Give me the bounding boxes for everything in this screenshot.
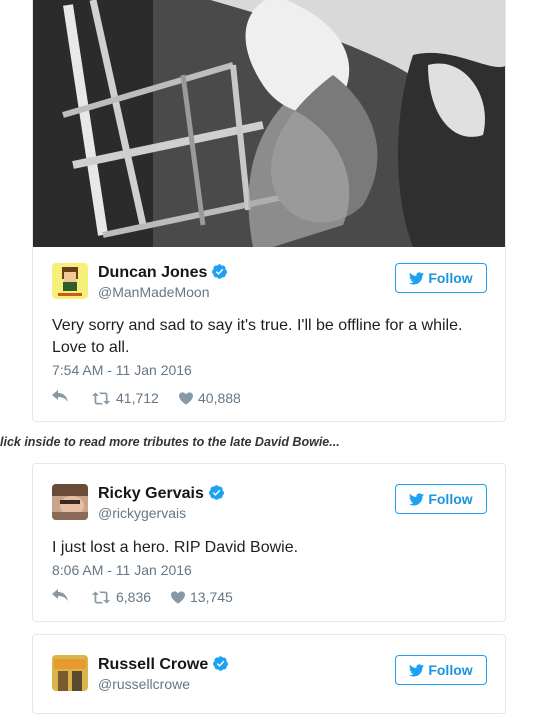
like-count: 13,745 [190,589,233,605]
tweet-text-line: Very sorry and sad to say it's true. I'l… [52,317,463,334]
display-name-text[interactable]: Duncan Jones [98,264,207,281]
reply-button[interactable] [52,390,68,402]
like-button[interactable]: 40,888 [179,390,241,406]
heart-icon [179,392,193,405]
user-handle[interactable]: @russellcrowe [98,675,190,693]
twitter-bird-icon [409,272,424,285]
retweet-count: 6,836 [116,589,152,605]
verified-badge-icon [212,655,229,672]
tweet-text: Very sorry and sad to say it's true. I'l… [52,315,487,359]
verified-badge-icon [211,263,228,280]
follow-label: Follow [428,270,473,286]
reply-button[interactable] [52,589,68,601]
avatar[interactable] [52,263,88,299]
tweet-card: Ricky Gervais @rickygervais Follow I jus… [32,463,506,622]
like-count: 40,888 [198,390,241,406]
retweet-button[interactable]: 6,836 [92,589,151,605]
retweet-button[interactable]: 41,712 [92,390,159,406]
retweet-count: 41,712 [116,390,159,406]
avatar[interactable] [52,655,88,691]
display-name-text[interactable]: Russell Crowe [98,656,208,673]
tweet-text: I just lost a hero. RIP David Bowie. [52,537,487,559]
retweet-icon [92,392,111,405]
display-name[interactable]: Russell Crowe [98,655,229,675]
verified-badge-icon [208,484,225,501]
follow-button[interactable]: Follow [395,263,487,293]
reply-icon [52,390,68,402]
follow-button[interactable]: Follow [395,655,487,685]
twitter-bird-icon [409,664,424,677]
tweet-header: Duncan Jones @ManMadeMoon Follow [52,263,487,303]
like-button[interactable]: 13,745 [171,589,233,605]
follow-label: Follow [428,662,473,678]
reply-icon [52,589,68,601]
follow-label: Follow [428,491,473,507]
avatar[interactable] [52,484,88,520]
tweet-photo[interactable] [33,0,505,247]
twitter-bird-icon [409,493,424,506]
tweet-card: Duncan Jones @ManMadeMoon Follow Very so… [32,0,506,422]
tweet-text-line: I just lost a hero. RIP David Bowie. [52,539,299,556]
tweet-header: Ricky Gervais @rickygervais Follow [52,484,487,524]
user-handle[interactable]: @rickygervais [98,504,186,522]
retweet-icon [92,591,111,604]
display-name[interactable]: Duncan Jones [98,263,228,283]
follow-button[interactable]: Follow [395,484,487,514]
user-handle[interactable]: @ManMadeMoon [98,283,210,301]
tweet-timestamp[interactable]: 7:54 AM - 11 Jan 2016 [52,362,192,378]
tweet-text-line: Love to all. [52,339,130,356]
display-name-text[interactable]: Ricky Gervais [98,485,204,502]
tweet-header: Russell Crowe @russellcrowe Follow [52,655,487,695]
tweet-card: Russell Crowe @russellcrowe Follow [32,634,506,714]
tweet-timestamp[interactable]: 8:06 AM - 11 Jan 2016 [52,562,192,578]
display-name[interactable]: Ricky Gervais [98,484,225,504]
article-caption: lick inside to read more tributes to the… [0,435,340,449]
heart-icon [171,591,185,604]
